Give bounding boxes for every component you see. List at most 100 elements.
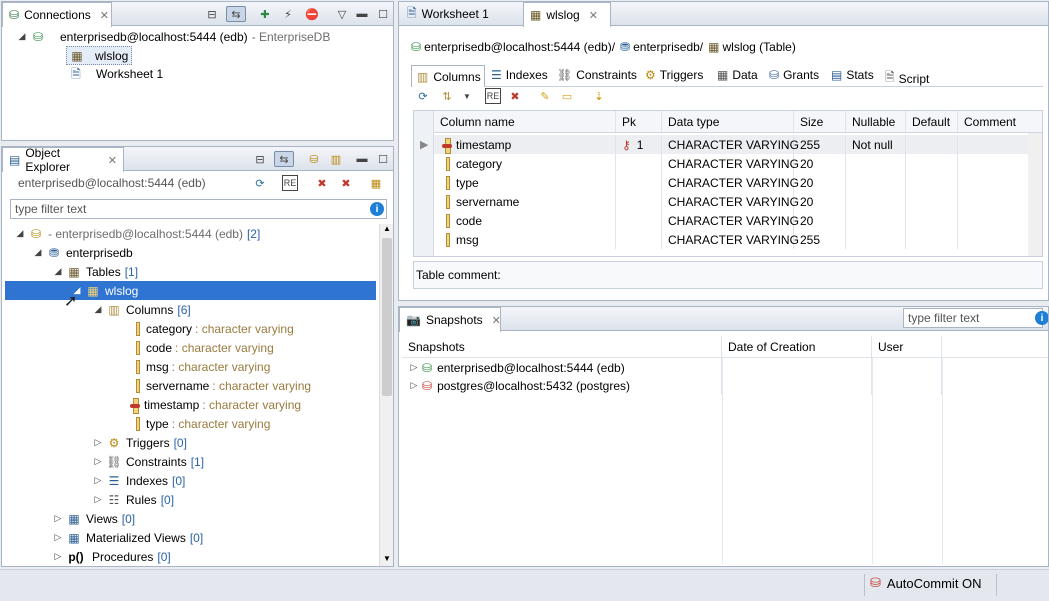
refresh-icon[interactable]: ⟳ bbox=[252, 175, 268, 191]
header-data-type[interactable]: Data type bbox=[662, 111, 794, 132]
link-editor-icon[interactable]: ⇆ bbox=[226, 6, 246, 22]
table-row[interactable]: servername CHARACTER VARYING 20 bbox=[434, 192, 1028, 211]
tree-column[interactable]: msg : character varying bbox=[130, 357, 270, 376]
maximize-icon[interactable]: ☐ bbox=[375, 6, 391, 22]
table-comment-area[interactable]: Table comment: bbox=[413, 261, 1043, 289]
collapse-arrow-icon[interactable]: ◢ bbox=[52, 266, 64, 277]
tree-item-indexes[interactable]: ▷ ☰ Indexes [0] bbox=[92, 471, 186, 490]
tree-item-connection[interactable]: ◢ ⛁ enterprisedb@localhost:5444 (edb) - … bbox=[16, 27, 331, 46]
header-nullable[interactable]: Nullable bbox=[846, 111, 906, 132]
tree-column[interactable]: code : character varying bbox=[130, 338, 274, 357]
header-comment[interactable]: Comment bbox=[958, 111, 1022, 132]
header-size[interactable]: Size bbox=[794, 111, 846, 132]
minimize-icon[interactable]: ▬ bbox=[354, 151, 370, 167]
comment-icon[interactable]: ▭ bbox=[559, 88, 575, 104]
tab-columns[interactable]: ▥ Columns bbox=[411, 65, 485, 87]
expand-arrow-icon[interactable]: ▷ bbox=[92, 494, 104, 505]
tab-object-explorer[interactable]: ▤ Object Explorer ✕ bbox=[2, 147, 124, 174]
table-row[interactable]: timestamp ⚷ 1 CHARACTER VARYING 255 Not n… bbox=[434, 135, 1028, 154]
header-default[interactable]: Default bbox=[906, 111, 958, 132]
tree-root[interactable]: ◢ ⛁ - enterprisedb@localhost:5444 (edb) … bbox=[14, 224, 261, 243]
tree-column[interactable]: servername : character varying bbox=[130, 376, 311, 395]
snapshot-row[interactable]: ▷ ⛁ postgres@localhost:5432 (postgres) bbox=[402, 376, 1048, 395]
tree-item-worksheet[interactable]: 🗎 Worksheet 1 bbox=[66, 64, 163, 83]
filter-input[interactable]: type filter text bbox=[10, 199, 387, 219]
dropdown-arrow-icon[interactable]: ▼ bbox=[459, 88, 475, 104]
maximize-icon[interactable]: ☐ bbox=[375, 151, 391, 167]
expand-arrow-icon[interactable]: ▷ bbox=[92, 475, 104, 486]
close-icon[interactable]: ✕ bbox=[100, 9, 109, 22]
delete-all-icon[interactable]: ✖ bbox=[338, 175, 354, 191]
expand-arrow-icon[interactable]: ▷ bbox=[52, 551, 64, 562]
view-menu-icon[interactable]: ▽ bbox=[334, 6, 350, 22]
autocommit-indicator[interactable]: ⛁ AutoCommit ON bbox=[870, 575, 982, 591]
expand-arrow-icon[interactable]: ▷ bbox=[52, 532, 64, 543]
tab-indexes[interactable]: ☰ Indexes bbox=[491, 68, 548, 82]
tree-item-constraints[interactable]: ▷ ⛓ Constraints [1] bbox=[92, 452, 205, 471]
header-pk[interactable]: Pk bbox=[616, 111, 662, 132]
tree-item-views[interactable]: ▷ ▦ Views [0] bbox=[52, 509, 136, 528]
tree-item-materialized-views[interactable]: ▷ ▦ Materialized Views [0] bbox=[52, 528, 204, 547]
refresh-icon[interactable]: ⟳ bbox=[415, 88, 431, 104]
expand-arrow-icon[interactable]: ▷ bbox=[408, 362, 420, 373]
horizontal-scrollbar[interactable] bbox=[1028, 133, 1042, 256]
expand-arrow-icon[interactable]: ▷ bbox=[52, 513, 64, 524]
table-row[interactable]: type CHARACTER VARYING 20 bbox=[434, 173, 1028, 192]
collapse-arrow-icon[interactable]: ◢ bbox=[14, 228, 26, 239]
new-object-icon[interactable]: ▦ bbox=[368, 175, 384, 191]
close-icon[interactable]: ✕ bbox=[108, 154, 117, 167]
tree-column[interactable]: category : character varying bbox=[130, 319, 294, 338]
collapse-arrow-icon[interactable]: ◢ bbox=[16, 31, 28, 42]
info-icon[interactable]: i bbox=[370, 202, 384, 216]
tree-column[interactable]: type : character varying bbox=[130, 414, 270, 433]
expand-arrow-icon[interactable]: ▷ bbox=[92, 456, 104, 467]
tab-constraints[interactable]: ⛓ Constraints bbox=[557, 68, 637, 82]
refresh-db-icon[interactable]: ⛁ bbox=[306, 151, 322, 167]
expand-arrow-icon[interactable]: ▷ bbox=[92, 437, 104, 448]
tab-triggers[interactable]: ⚙ Triggers bbox=[645, 68, 703, 82]
collapse-all-icon[interactable]: ⊟ bbox=[204, 6, 220, 22]
sort-az-icon[interactable]: ⇣ bbox=[591, 88, 607, 104]
new-connection-icon[interactable]: ✚ bbox=[257, 6, 273, 22]
tab-wlslog[interactable]: ▦ wlslog ✕ bbox=[523, 2, 611, 27]
header-date-of-creation[interactable]: Date of Creation bbox=[722, 336, 872, 357]
tab-snapshots[interactable]: 📷 Snapshots ✕ bbox=[399, 307, 501, 332]
close-icon[interactable]: ✕ bbox=[492, 314, 501, 327]
sql-icon[interactable]: RE bbox=[485, 88, 501, 104]
tree-column[interactable]: timestamp : character varying bbox=[128, 395, 301, 414]
tree-item-wlslog-selected[interactable]: ◢ ▦ wlslog bbox=[5, 281, 376, 300]
scroll-down-icon[interactable]: ▼ bbox=[383, 554, 391, 563]
snapshot-filter-input[interactable]: type filter text bbox=[903, 308, 1043, 328]
table-row[interactable]: category CHARACTER VARYING 20 bbox=[434, 154, 1028, 173]
collapse-all-icon[interactable]: ⊟ bbox=[252, 151, 268, 167]
tree-item-procedures[interactable]: ▷ p() Procedures [0] bbox=[52, 547, 171, 566]
tree-item-wlslog[interactable]: ▦ wlslog bbox=[66, 46, 133, 65]
tree-item-db[interactable]: ◢ ⛃ enterprisedb bbox=[32, 243, 133, 262]
tab-data[interactable]: ▦ Data bbox=[717, 68, 758, 82]
connect-icon[interactable]: ⚡ bbox=[280, 6, 296, 22]
tab-grants[interactable]: ⛁ Grants bbox=[769, 68, 819, 82]
tab-worksheet[interactable]: 🗎 Worksheet 1 bbox=[401, 2, 519, 26]
link-editor-icon[interactable]: ⇆ bbox=[274, 151, 294, 167]
delete-icon[interactable]: ✖ bbox=[507, 88, 523, 104]
table-row[interactable]: code CHARACTER VARYING 20 bbox=[434, 211, 1028, 230]
database-icon[interactable]: ▥ bbox=[328, 151, 344, 167]
snapshot-row[interactable]: ▷ ⛁ enterprisedb@localhost:5444 (edb) bbox=[402, 358, 1048, 377]
tab-script[interactable]: 🗎 Script bbox=[885, 68, 929, 89]
table-row[interactable]: msg CHARACTER VARYING 255 bbox=[434, 230, 1028, 249]
collapse-arrow-icon[interactable]: ◢ bbox=[92, 304, 104, 315]
expand-arrow-icon[interactable]: ▷ bbox=[408, 380, 420, 391]
header-column-name[interactable]: Column name bbox=[434, 111, 616, 132]
minimize-icon[interactable]: ▬ bbox=[354, 6, 370, 22]
close-icon[interactable]: ✕ bbox=[589, 9, 598, 22]
breadcrumb-schema[interactable]: enterprisedb/ bbox=[633, 40, 703, 54]
vertical-scrollbar[interactable]: ▲ ▼ bbox=[379, 224, 393, 566]
tree-item-triggers[interactable]: ▷ ⚙ Triggers [0] bbox=[92, 433, 187, 452]
header-snapshots[interactable]: Snapshots bbox=[402, 336, 722, 357]
tab-stats[interactable]: ▤ Stats bbox=[831, 68, 874, 82]
scroll-up-icon[interactable]: ▲ bbox=[383, 224, 391, 233]
edit-icon[interactable]: ✎ bbox=[537, 88, 553, 104]
tree-item-rules[interactable]: ▷ ☷ Rules [0] bbox=[92, 490, 175, 509]
disconnect-icon[interactable]: ⛔ bbox=[304, 6, 320, 22]
tree-item-columns[interactable]: ◢ ▥ Columns [6] bbox=[92, 300, 191, 319]
